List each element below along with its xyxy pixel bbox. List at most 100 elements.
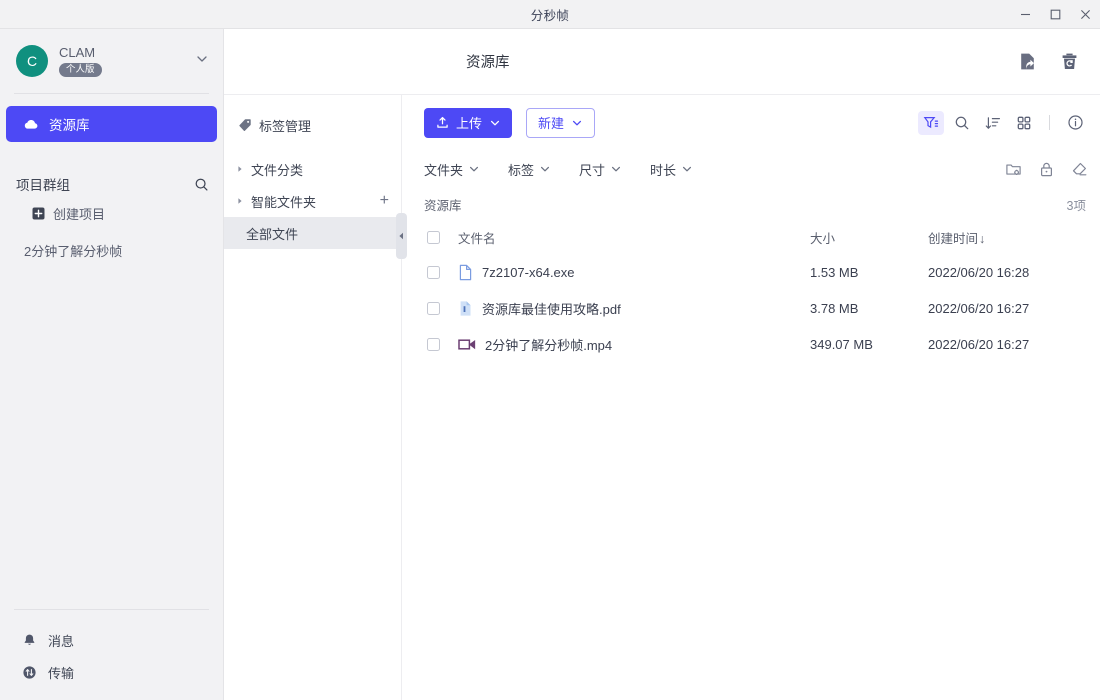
transfer-icon — [22, 665, 37, 680]
window-controls — [1010, 0, 1100, 28]
eraser-icon[interactable] — [1071, 161, 1088, 178]
content-area: 标签管理 文件分类 智能文件夹 + — [224, 95, 1100, 700]
chevron-down-icon — [681, 163, 693, 175]
list-item-count: 3项 — [1067, 195, 1086, 214]
file-browser-panel: 上传 新建 — [402, 95, 1100, 700]
upload-button[interactable]: 上传 — [424, 108, 512, 138]
info-icon[interactable] — [1062, 111, 1088, 135]
window-title: 分秒帧 — [0, 5, 1100, 24]
window-body: C CLAM 个人版 资源库 项目群组 — [0, 29, 1100, 700]
row-select-cell — [424, 302, 458, 315]
filter-label: 时长 — [650, 160, 676, 179]
cell-created-time: 2022/06/20 16:27 — [928, 301, 1086, 316]
filter-label: 文件夹 — [424, 160, 463, 179]
sidebar-item-resource-library[interactable]: 资源库 — [6, 106, 217, 142]
filter-duration[interactable]: 时长 — [650, 160, 693, 179]
filter-label: 标签 — [508, 160, 534, 179]
project-group-title: 项目群组 — [16, 174, 70, 194]
nav-item-all-files[interactable]: 全部文件 — [224, 217, 401, 249]
filter-actions — [1005, 161, 1088, 178]
collapse-left-icon[interactable] — [396, 213, 407, 259]
chevron-down-icon — [539, 163, 551, 175]
list-caption-bar: 资源库 3项 — [412, 188, 1100, 220]
chevron-down-icon — [610, 163, 622, 175]
filter-size[interactable]: 尺寸 — [579, 160, 622, 179]
row-checkbox[interactable] — [427, 338, 440, 351]
column-header-size[interactable]: 大小 — [810, 228, 928, 247]
add-smart-folder-icon[interactable]: + — [380, 193, 389, 209]
plus-square-icon — [32, 207, 45, 220]
folder-settings-icon[interactable] — [1005, 161, 1022, 178]
sidebar-item-messages[interactable]: 消息 — [0, 624, 223, 656]
sidebar-item-intro-video[interactable]: 2分钟了解分秒帧 — [0, 235, 223, 265]
file-video-icon — [458, 338, 476, 351]
minimize-icon[interactable] — [1010, 0, 1040, 29]
page-title: 资源库 — [466, 51, 510, 72]
recycle-bin-icon[interactable] — [1056, 49, 1082, 75]
file-name-text: 资源库最佳使用攻略.pdf — [482, 299, 621, 318]
upload-button-label: 上传 — [456, 113, 482, 132]
sidebar-item-label: 2分钟了解分秒帧 — [24, 241, 122, 260]
table-row[interactable]: 资源库最佳使用攻略.pdf 3.78 MB 2022/06/20 16:27 — [424, 290, 1086, 326]
maximize-icon[interactable] — [1040, 0, 1070, 29]
sidebar-divider-bottom — [14, 609, 209, 610]
close-icon[interactable] — [1070, 0, 1100, 29]
sort-descending-icon[interactable] — [980, 111, 1006, 135]
column-header-name[interactable]: 文件名 — [458, 228, 810, 247]
cell-file-size: 349.07 MB — [810, 337, 928, 352]
nav-item-tag-manage[interactable]: 标签管理 — [224, 111, 401, 139]
avatar: C — [16, 45, 48, 77]
file-generic-icon — [458, 264, 473, 281]
search-icon[interactable] — [949, 111, 975, 135]
search-icon[interactable] — [194, 177, 209, 192]
filter-label: 尺寸 — [579, 160, 605, 179]
project-group-header: 项目群组 — [0, 170, 223, 198]
sidebar-footer: 消息 传输 — [0, 609, 223, 700]
cell-created-time: 2022/06/20 16:28 — [928, 265, 1086, 280]
chevron-down-icon — [571, 117, 583, 129]
row-checkbox[interactable] — [427, 266, 440, 279]
nav-section-label: 智能文件夹 — [251, 192, 316, 211]
file-name-text: 7z2107-x64.exe — [482, 265, 575, 280]
row-select-cell — [424, 338, 458, 351]
sidebar-divider-top — [14, 93, 209, 94]
grid-view-icon[interactable] — [1011, 111, 1037, 135]
toolbar-divider — [1049, 115, 1050, 130]
account-text: CLAM 个人版 — [59, 46, 102, 77]
bell-icon — [22, 633, 37, 648]
tag-icon — [238, 118, 252, 132]
cell-created-time: 2022/06/20 16:27 — [928, 337, 1086, 352]
account-plan-badge: 个人版 — [59, 63, 102, 77]
left-sidebar: C CLAM 个人版 资源库 项目群组 — [0, 29, 224, 700]
page-header: 资源库 — [224, 29, 1100, 95]
share-icon[interactable] — [1014, 49, 1040, 75]
nav-section-smart-folder[interactable]: 智能文件夹 + — [224, 185, 401, 217]
sidebar-item-label: 消息 — [48, 631, 74, 650]
select-all-cell — [424, 231, 458, 244]
sidebar-item-label: 创建项目 — [53, 204, 105, 223]
row-checkbox[interactable] — [427, 302, 440, 315]
select-all-checkbox[interactable] — [427, 231, 440, 244]
chevron-right-icon — [236, 165, 244, 173]
sidebar-item-transfer[interactable]: 传输 — [0, 656, 223, 688]
filter-toolbar: 文件夹 标签 尺寸 — [412, 150, 1100, 188]
filter-icon[interactable] — [918, 111, 944, 135]
upload-icon — [436, 116, 449, 129]
app-window: 分秒帧 C CLAM 个人版 — [0, 0, 1100, 700]
file-name-text: 2分钟了解分秒帧.mp4 — [485, 335, 612, 354]
chevron-right-icon — [236, 197, 244, 205]
column-header-created[interactable]: 创建时间↓ — [928, 228, 1086, 247]
account-switcher[interactable]: C CLAM 个人版 — [0, 29, 223, 93]
table-row[interactable]: 2分钟了解分秒帧.mp4 349.07 MB 2022/06/20 16:27 — [424, 326, 1086, 362]
cell-file-name: 资源库最佳使用攻略.pdf — [458, 299, 810, 318]
table-row[interactable]: 7z2107-x64.exe 1.53 MB 2022/06/20 16:28 — [424, 254, 1086, 290]
new-button[interactable]: 新建 — [526, 108, 595, 138]
filter-folder[interactable]: 文件夹 — [424, 160, 480, 179]
sidebar-item-create-project[interactable]: 创建项目 — [0, 198, 223, 228]
filter-tag[interactable]: 标签 — [508, 160, 551, 179]
chevron-down-icon — [489, 117, 501, 129]
nav-section-file-category[interactable]: 文件分类 — [224, 153, 401, 185]
lock-icon[interactable] — [1039, 161, 1054, 178]
cell-file-size: 1.53 MB — [810, 265, 928, 280]
window-titlebar: 分秒帧 — [0, 0, 1100, 29]
